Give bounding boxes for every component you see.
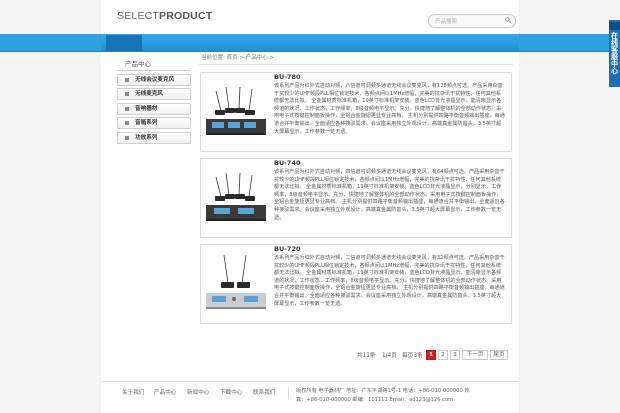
sidebar-item-wireless-conference-mic[interactable]: 无线会议麦克风 bbox=[117, 73, 191, 86]
nav-network[interactable]: 营销网络 bbox=[328, 4, 353, 13]
sidebar: 产品中心 无线会议麦克风 无线麦克风 音响器材 音箱系列 功放系列 bbox=[117, 59, 191, 144]
pager-page-3[interactable]: 3 bbox=[450, 350, 460, 360]
main-nav-inner bbox=[101, 34, 519, 51]
nav-products[interactable]: 产品中心 bbox=[241, 4, 266, 13]
main-nav bbox=[0, 34, 620, 52]
footer-link-download[interactable]: 下载中心 bbox=[220, 388, 242, 396]
footer-contact-info: 真：+86-010-000000 邮编：111111 Email：ad123@1… bbox=[296, 397, 454, 403]
pager-page-1[interactable]: 1 bbox=[426, 350, 436, 360]
footer-link-products[interactable]: 产品中心 bbox=[154, 388, 176, 396]
sidebar-item-label: 功放系列 bbox=[135, 134, 158, 141]
footer-link-contact[interactable]: 联系我们 bbox=[253, 388, 275, 396]
bullet-icon bbox=[125, 121, 129, 125]
sidebar-item-audio-equipment[interactable]: 音响器材 bbox=[117, 102, 191, 115]
product-image[interactable] bbox=[204, 77, 268, 145]
sidebar-item-label: 无线麦克风 bbox=[135, 91, 163, 97]
nav-service[interactable]: 客服中心 bbox=[284, 4, 309, 13]
product-name[interactable]: BU-740 bbox=[274, 159, 301, 167]
pager-total: 共11条 bbox=[357, 353, 376, 359]
nav-message[interactable]: 在线留言 bbox=[459, 4, 484, 13]
sidebar-item-label: 无线会议麦克风 bbox=[135, 76, 175, 83]
online-service-tab[interactable] bbox=[609, 22, 620, 30]
nav-about[interactable]: 关于我们 bbox=[153, 4, 178, 13]
breadcrumb: 当前位置: 首页 > 产品中心 > bbox=[201, 55, 275, 61]
sidebar-item-speakers[interactable]: 音箱系列 bbox=[117, 117, 191, 129]
product-description: 该系列产品为红外式自动对频，二信道可调频多通道无线会议麦克风，有32频点可选。产… bbox=[274, 255, 505, 307]
product-image[interactable] bbox=[204, 163, 268, 231]
nav-honor[interactable]: 荣誉资质 bbox=[415, 4, 440, 13]
nav-contact[interactable]: 联系我们 bbox=[371, 4, 396, 13]
product-image[interactable] bbox=[204, 249, 268, 317]
footer-link-about[interactable]: 关于我们 bbox=[122, 388, 144, 396]
sidebar-item-label: 音箱系列 bbox=[135, 120, 158, 126]
sidebar-item-wireless-mic[interactable]: 无线麦克风 bbox=[117, 88, 191, 100]
pager-per-page: 每页3条 bbox=[402, 353, 423, 359]
footer-link-news[interactable]: 新闻中心 bbox=[187, 388, 209, 396]
product-card-bu780: BU-780 该系列产品为红外式自动对频，八信道可调频多通道无线会议麦克风，有1… bbox=[200, 72, 512, 152]
sidebar-item-amplifiers[interactable]: 功放系列 bbox=[117, 131, 191, 144]
online-service-label[interactable]: 在线客服中心 bbox=[611, 33, 619, 75]
breadcrumb-divider bbox=[199, 64, 513, 65]
search-icon[interactable] bbox=[505, 17, 511, 23]
nav-home[interactable]: 首页 bbox=[117, 4, 129, 13]
sidebar-title: 产品中心 bbox=[117, 59, 191, 71]
bullet-icon bbox=[125, 135, 129, 140]
bullet-icon bbox=[125, 92, 129, 96]
bullet-icon bbox=[125, 77, 129, 82]
pager-last-button[interactable]: 尾页 bbox=[490, 350, 508, 360]
bullet-icon bbox=[125, 106, 129, 111]
product-name[interactable]: BU-720 bbox=[274, 245, 301, 253]
search-placeholder: 产品搜索 bbox=[435, 19, 458, 25]
nav-active-highlight bbox=[106, 35, 142, 51]
pager-page-2[interactable]: 2 bbox=[438, 350, 448, 360]
sidebar-item-label: 音响器材 bbox=[135, 105, 158, 112]
pager-pages: 1/4页 bbox=[382, 353, 397, 359]
pager-next-button[interactable]: 下一页 bbox=[462, 350, 488, 360]
product-card-bu720: BU-720 该系列产品为红外式自动对频，二信道可调频多通道无线会议麦克风，有3… bbox=[200, 244, 512, 324]
search-input[interactable]: 产品搜索 bbox=[428, 14, 516, 28]
footer-separator bbox=[288, 387, 289, 399]
footer-divider bbox=[101, 381, 519, 382]
product-description: 该系列产品为红外式自动对频，八信道可调频多通道无线会议麦克风，有128频点可选。… bbox=[274, 83, 505, 135]
footer-copyright: 版权所有 电子器材厂 地址：广东平湖路1号-1 电话：+86-010-00000… bbox=[296, 388, 470, 394]
product-name[interactable]: BU-780 bbox=[274, 73, 301, 81]
product-description: 该系列产品为红外式自动对频，四信道可调频多通道无线会议麦克风，有64频点可选。产… bbox=[274, 169, 505, 221]
product-card-bu740: BU-740 该系列产品为红外式自动对频，四信道可调频多通道无线会议麦克风，有6… bbox=[200, 158, 512, 238]
nav-news[interactable]: 新闻中心 bbox=[197, 4, 222, 13]
